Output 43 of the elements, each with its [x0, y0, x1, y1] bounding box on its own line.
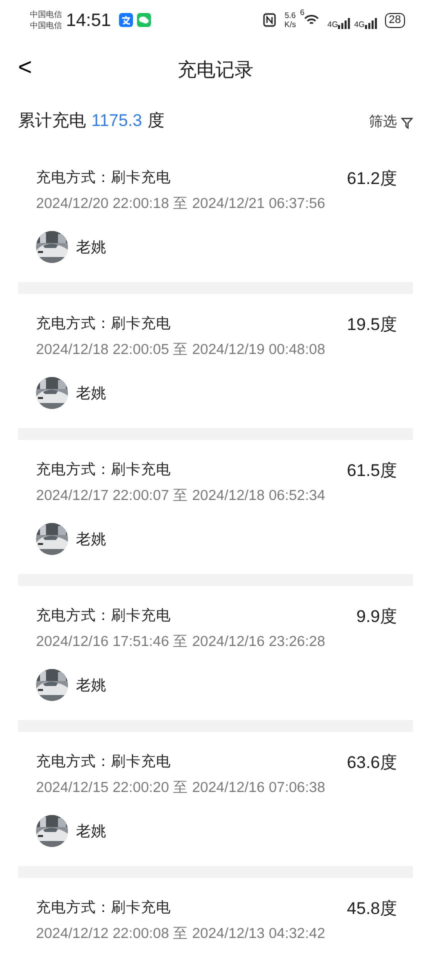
charge-method: 充电方式：刷卡充电	[36, 314, 171, 334]
user-name: 老姚	[76, 529, 106, 550]
filter-icon	[401, 116, 413, 128]
user-name: 老姚	[76, 821, 106, 842]
network-type: 4G	[354, 20, 365, 28]
speed-unit: K/s	[284, 20, 296, 29]
charge-amount: 63.6度	[346, 752, 397, 774]
total-charge-summary: 累计充电 1175.3 度	[18, 110, 165, 133]
back-button[interactable]: <	[12, 54, 38, 82]
carrier-name: 中国电信	[30, 9, 62, 20]
signal-icon	[338, 18, 350, 28]
carrier-name: 中国电信	[30, 20, 62, 31]
charge-method: 充电方式：刷卡充电	[36, 606, 171, 626]
battery-level: 28	[384, 12, 405, 28]
charge-amount: 61.2度	[346, 168, 397, 190]
filter-button[interactable]: 筛选	[369, 112, 413, 133]
user-name: 老姚	[76, 237, 106, 258]
charge-method: 充电方式：刷卡充电	[36, 752, 171, 772]
charge-method: 充电方式：刷卡充电	[36, 898, 171, 918]
page-title: 充电记录	[178, 58, 254, 83]
charge-amount: 45.8度	[346, 898, 397, 920]
charge-period: 2024/12/12 22:00:08 至 2024/12/13 04:32:42	[36, 924, 326, 944]
charge-period: 2024/12/15 22:00:20 至 2024/12/16 07:06:38	[36, 778, 326, 798]
user-name: 老姚	[76, 383, 106, 404]
charge-method: 充电方式：刷卡充电	[36, 168, 171, 188]
charge-amount: 61.5度	[346, 460, 397, 482]
network-type: 4G	[327, 20, 338, 28]
app-icon	[119, 13, 134, 27]
charge-period: 2024/12/17 22:00:07 至 2024/12/18 06:52:34	[36, 486, 326, 506]
charge-amount: 9.9度	[356, 606, 397, 628]
wifi-generation: 6	[300, 8, 304, 17]
charge-method: 充电方式：刷卡充电	[36, 460, 171, 480]
wifi-icon	[304, 14, 320, 26]
charge-period: 2024/12/18 22:00:05 至 2024/12/19 00:48:08	[36, 340, 326, 360]
signal-icon	[364, 18, 377, 28]
user-name: 老姚	[76, 675, 106, 696]
charge-period: 2024/12/20 22:00:18 至 2024/12/21 06:37:56	[36, 194, 326, 214]
nfc-icon	[263, 13, 276, 27]
speed-value: 5.6	[284, 11, 296, 20]
charge-period: 2024/12/16 17:51:46 至 2024/12/16 23:26:28	[36, 632, 326, 652]
chat-app-icon	[137, 13, 152, 27]
clock: 14:51	[66, 8, 112, 32]
charge-amount: 19.5度	[346, 314, 397, 336]
